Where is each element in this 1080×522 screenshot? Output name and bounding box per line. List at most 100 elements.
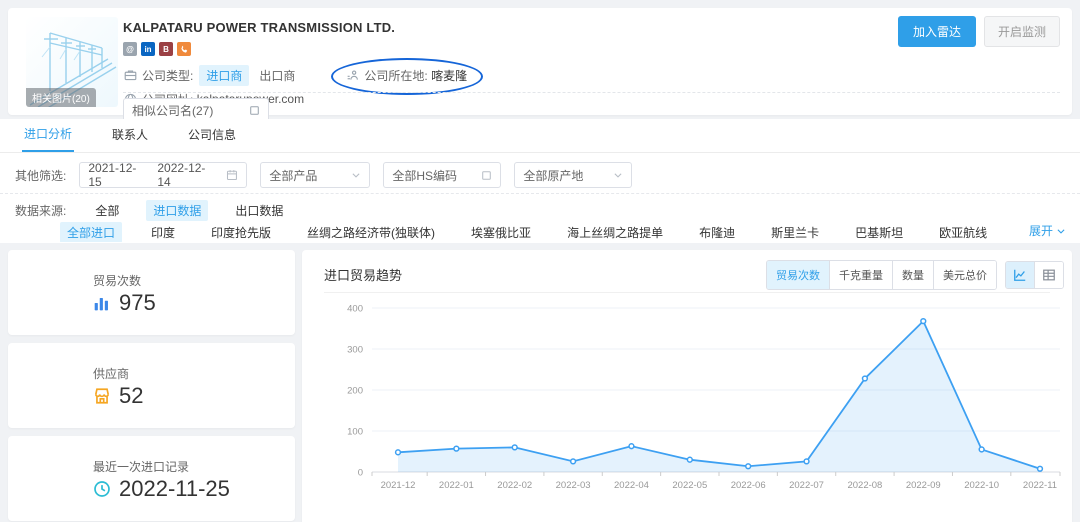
calendar-icon	[226, 169, 238, 181]
dataset-option[interactable]: 欧亚航线	[932, 222, 994, 242]
data-point[interactable]	[571, 459, 576, 464]
data-point[interactable]	[687, 457, 692, 462]
date-range-picker[interactable]: 2021-12-15 2022-12-14	[79, 162, 247, 188]
start-monitor-button[interactable]: 开启监测	[984, 16, 1060, 47]
svg-text:2022-05: 2022-05	[672, 480, 707, 491]
trend-chart-card: 进口贸易趋势 贸易次数千克重量数量美元总价 01002003004002021-…	[302, 250, 1072, 522]
date-start: 2021-12-15	[88, 161, 149, 189]
svg-text:2022-03: 2022-03	[556, 480, 591, 491]
header-divider	[123, 92, 1060, 93]
chevron-down-icon	[1056, 226, 1066, 236]
data-point[interactable]	[863, 376, 868, 381]
join-radar-button[interactable]: 加入雷达	[898, 16, 976, 47]
stat-value: 975	[119, 290, 156, 316]
data-point[interactable]	[921, 319, 926, 324]
stat-value-row: 2022-11-25	[93, 476, 230, 502]
related-images-label[interactable]: 相关图片(20)	[26, 88, 96, 107]
data-point[interactable]	[454, 446, 459, 451]
picker-box-icon	[481, 170, 492, 181]
metric-button[interactable]: 美元总价	[933, 261, 996, 289]
metric-button[interactable]: 千克重量	[829, 261, 892, 289]
dataset-option[interactable]: 斯里兰卡	[764, 222, 826, 242]
source-options: 全部进口数据出口数据	[88, 200, 290, 221]
tab[interactable]: 公司信息	[186, 120, 238, 151]
tab[interactable]: 联系人	[110, 120, 150, 151]
dataset-option[interactable]: 埃塞俄比亚	[464, 222, 538, 242]
data-point[interactable]	[746, 464, 751, 469]
svg-text:2021-12: 2021-12	[381, 480, 416, 491]
metric-button[interactable]: 数量	[892, 261, 933, 289]
origin-select[interactable]: 全部原产地	[514, 162, 632, 188]
stat-label: 贸易次数	[93, 272, 141, 289]
data-source-row: 数据来源: 全部进口数据出口数据	[15, 200, 290, 220]
svg-text:2022-01: 2022-01	[439, 480, 474, 491]
dataset-option[interactable]: 丝绸之路经济带(独联体)	[300, 222, 442, 242]
chevron-down-icon	[613, 170, 623, 180]
data-point[interactable]	[1038, 466, 1043, 471]
data-point[interactable]	[979, 447, 984, 452]
stat-card: 贸易次数975	[8, 250, 295, 335]
tab-bar: 进口分析 联系人 公司信息	[22, 119, 238, 152]
dataset-option[interactable]: 巴基斯坦	[848, 222, 910, 242]
exporter-label[interactable]: 出口商	[259, 67, 295, 84]
data-point[interactable]	[629, 444, 634, 449]
dataset-option[interactable]: 海上丝绸之路提单	[560, 222, 670, 242]
origin-select-value: 全部原产地	[523, 167, 583, 184]
view-toggle-group	[1005, 261, 1064, 289]
stat-label: 供应商	[93, 365, 129, 382]
stat-value-row: 975	[93, 290, 156, 316]
svg-text:2022-11: 2022-11	[1023, 480, 1057, 491]
data-point[interactable]	[396, 450, 401, 455]
social-icons-row: @ in B	[123, 42, 923, 56]
company-name: KALPATARU POWER TRANSMISSION LTD.	[123, 20, 923, 35]
hs-code-value: 全部HS编码	[392, 167, 457, 184]
chevron-down-icon	[351, 170, 361, 180]
dataset-option[interactable]: 印度	[144, 222, 182, 242]
company-photo[interactable]: 相关图片(20)	[26, 17, 118, 107]
dataset-option[interactable]: 全部进口	[60, 222, 122, 242]
product-select[interactable]: 全部产品	[260, 162, 370, 188]
svg-text:300: 300	[347, 345, 363, 356]
blog-icon[interactable]: B	[159, 42, 173, 56]
phone-icon[interactable]	[177, 42, 191, 56]
hs-code-select[interactable]: 全部HS编码	[383, 162, 501, 188]
source-option[interactable]: 出口数据	[228, 200, 290, 221]
stat-value-row: 52	[93, 383, 143, 409]
svg-text:2022-02: 2022-02	[497, 480, 532, 491]
tab-border	[0, 152, 1080, 153]
svg-text:2022-06: 2022-06	[731, 480, 766, 491]
filter-label: 其他筛选:	[15, 167, 66, 184]
product-select-value: 全部产品	[269, 167, 317, 184]
stat-card: 供应商52	[8, 343, 295, 428]
dataset-option[interactable]: 布隆迪	[692, 222, 742, 242]
line-chart-icon[interactable]	[1006, 262, 1034, 288]
analysis-panel: 进口分析联系人公司信息 其他筛选: 2021-12-15 2022-12-14 …	[0, 119, 1080, 243]
trend-chart: 01002003004002021-122022-012022-022022-0…	[332, 300, 1062, 500]
bar-chart-icon	[93, 294, 111, 312]
stats-column: 贸易次数975供应商52最近一次进口记录2022-11-25	[8, 250, 295, 521]
svg-text:2022-08: 2022-08	[847, 480, 882, 491]
importer-badge[interactable]: 进口商	[199, 65, 249, 86]
metric-button[interactable]: 贸易次数	[767, 261, 829, 289]
data-point[interactable]	[804, 459, 809, 464]
svg-text:2022-04: 2022-04	[614, 480, 649, 491]
company-type-icon	[123, 68, 137, 82]
source-option[interactable]: 进口数据	[146, 200, 208, 221]
similar-companies-label: 相似公司名(27)	[132, 102, 213, 119]
dataset-option[interactable]: 印度抢先版	[204, 222, 278, 242]
panel-toggle-icon	[249, 105, 260, 116]
company-type-row: 公司类型: 进口商 出口商 公司所在地: 喀麦隆	[123, 65, 923, 85]
location-icon	[345, 68, 359, 82]
tab[interactable]: 进口分析	[22, 119, 74, 152]
page: 相关图片(20) KALPATARU POWER TRANSMISSION LT…	[0, 0, 1080, 522]
table-icon[interactable]	[1034, 262, 1063, 288]
linkedin-icon[interactable]: in	[141, 42, 155, 56]
date-end: 2022-12-14	[157, 161, 218, 189]
stat-card: 最近一次进口记录2022-11-25	[8, 436, 295, 521]
source-option[interactable]: 全部	[88, 200, 126, 221]
source-sub-options: 全部进口 印度 印度抢先版 丝绸之路经济带(独联体) 埃塞俄比亚 海上丝绸之路提单 布隆迪 斯…	[60, 222, 1010, 242]
data-point[interactable]	[512, 445, 517, 450]
location-label: 公司所在地:	[364, 67, 427, 84]
email-icon[interactable]: @	[123, 42, 137, 56]
expand-link[interactable]: 展开	[1029, 222, 1066, 239]
